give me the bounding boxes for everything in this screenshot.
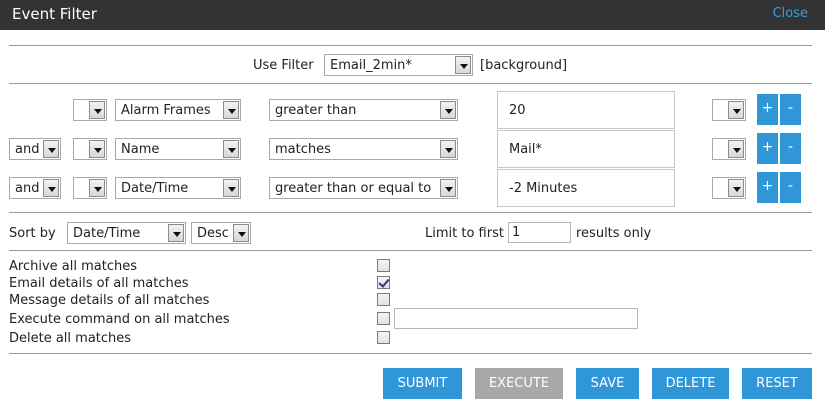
chevron-down-icon: [43, 140, 59, 158]
chevron-down-icon: [440, 179, 456, 197]
chevron-down-icon: [728, 140, 744, 158]
chevron-down-icon: [440, 140, 456, 158]
divider: [9, 353, 812, 354]
email-checkbox[interactable]: [377, 276, 390, 289]
chevron-down-icon: [728, 101, 744, 119]
limit-suffix: results only: [576, 226, 652, 241]
chevron-down-icon: [223, 179, 239, 197]
conjunction-select[interactable]: and: [9, 138, 61, 160]
chevron-down-icon: [43, 179, 59, 197]
sort-field-select[interactable]: Date/Time: [67, 222, 186, 244]
filter-select[interactable]: Email_2min*: [324, 54, 473, 76]
delete-checkbox[interactable]: [377, 331, 390, 344]
reset-button[interactable]: RESET: [742, 368, 812, 399]
dialog-titlebar: Event Filter Close: [0, 0, 825, 30]
archive-checkbox[interactable]: [377, 259, 390, 272]
chevron-down-icon: [89, 179, 105, 197]
limit-label: Limit to first: [425, 226, 504, 241]
chevron-down-icon: [728, 179, 744, 197]
remove-term-button[interactable]: -: [780, 133, 801, 164]
open-paren-select[interactable]: [73, 99, 107, 121]
dialog-title: Event Filter: [12, 5, 97, 23]
divider: [9, 45, 812, 46]
chevron-down-icon: [440, 101, 456, 119]
email-label: Email details of all matches: [9, 276, 189, 291]
save-button[interactable]: SAVE: [576, 368, 639, 399]
filter-note: [background]: [480, 58, 568, 73]
remove-term-button[interactable]: -: [780, 94, 801, 125]
operator-select[interactable]: greater than or equal to: [269, 177, 458, 199]
remove-term-button[interactable]: -: [780, 172, 801, 203]
open-paren-select[interactable]: [73, 177, 107, 199]
use-filter-label: Use Filter: [253, 58, 314, 73]
chevron-down-icon: [233, 224, 249, 242]
sort-direction-select[interactable]: Desc: [191, 222, 251, 244]
value-input[interactable]: 20: [497, 91, 675, 129]
attribute-select[interactable]: Alarm Frames: [115, 99, 241, 121]
divider: [9, 212, 812, 213]
submit-button[interactable]: SUBMIT: [383, 368, 462, 399]
divider: [9, 83, 812, 84]
add-term-button[interactable]: +: [757, 94, 778, 125]
chevron-down-icon: [89, 101, 105, 119]
message-label: Message details of all matches: [9, 293, 210, 308]
divider: [9, 250, 812, 251]
operator-select[interactable]: greater than: [269, 99, 458, 121]
archive-label: Archive all matches: [9, 259, 137, 274]
limit-input[interactable]: 1: [508, 222, 571, 243]
execute-button[interactable]: EXECUTE: [475, 368, 563, 399]
attribute-select[interactable]: Name: [115, 138, 241, 160]
close-paren-select[interactable]: [712, 99, 746, 121]
delete-button[interactable]: DELETE: [652, 368, 729, 399]
execute-label: Execute command on all matches: [9, 312, 230, 327]
open-paren-select[interactable]: [73, 138, 107, 160]
chevron-down-icon: [223, 101, 239, 119]
delete-label: Delete all matches: [9, 331, 132, 346]
close-paren-select[interactable]: [712, 177, 746, 199]
chevron-down-icon: [168, 224, 184, 242]
chevron-down-icon: [89, 140, 105, 158]
operator-select[interactable]: matches: [269, 138, 458, 160]
attribute-select[interactable]: Date/Time: [115, 177, 241, 199]
chevron-down-icon: [223, 140, 239, 158]
sort-label: Sort by: [9, 226, 56, 241]
value-input[interactable]: Mail*: [497, 130, 675, 168]
conjunction-select[interactable]: and: [9, 177, 61, 199]
add-term-button[interactable]: +: [757, 172, 778, 203]
value-input[interactable]: -2 Minutes: [497, 169, 675, 207]
message-checkbox[interactable]: [377, 293, 390, 306]
add-term-button[interactable]: +: [757, 133, 778, 164]
close-link[interactable]: Close: [773, 6, 808, 21]
command-input[interactable]: [394, 308, 638, 329]
execute-checkbox[interactable]: [377, 312, 390, 325]
chevron-down-icon: [455, 56, 471, 74]
close-paren-select[interactable]: [712, 138, 746, 160]
